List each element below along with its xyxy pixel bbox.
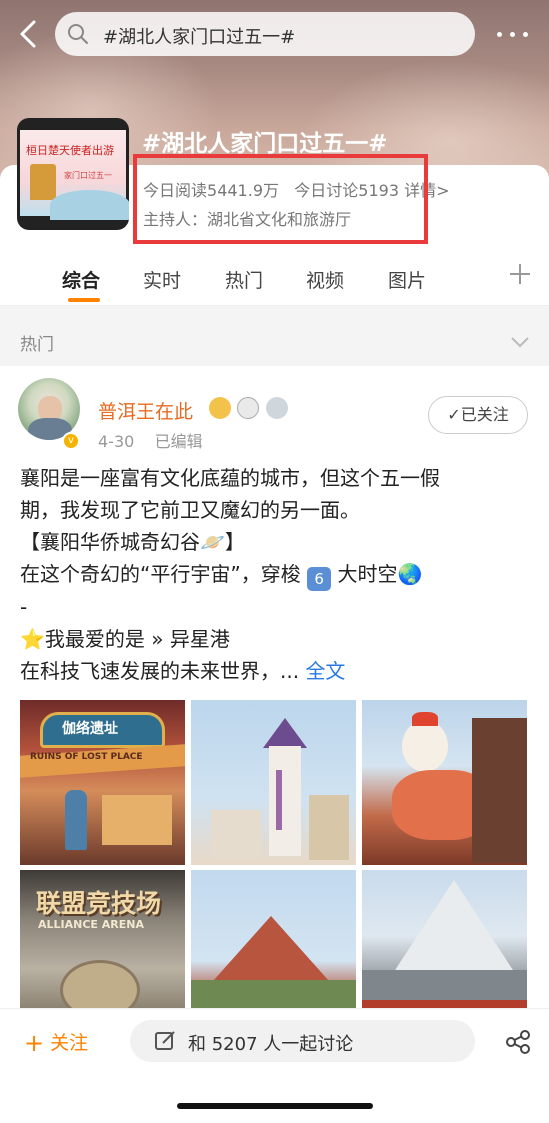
more-button[interactable] xyxy=(494,18,534,50)
active-tab-indicator xyxy=(68,298,100,302)
post-line: 【襄阳华侨城奇幻谷🪐】 xyxy=(20,530,245,554)
image-caption: 联盟竞技场 xyxy=(36,889,162,918)
tab-realtime[interactable]: 实时 xyxy=(143,266,181,293)
post-line: 在科技飞速发展的未来世界，... 全文 xyxy=(20,659,346,683)
post-line: 期，我发现了它前卫又魔幻的另一面。 xyxy=(20,498,360,522)
highlight-annotation-box xyxy=(133,154,428,244)
home-indicator xyxy=(177,1103,373,1109)
post-image-grid: 伽络遗址 RUINS OF LOST PLACE 联盟竞技场 ALLIANCE … xyxy=(20,700,528,1035)
search-text: #湖北人家门口过五一# xyxy=(103,27,296,48)
tab-comprehensive[interactable]: 综合 xyxy=(62,266,100,293)
tab-bar: 综合 实时 热门 视频 图片 xyxy=(0,248,549,306)
search-icon xyxy=(68,24,88,44)
section-header xyxy=(0,306,549,366)
add-tab-icon[interactable] xyxy=(508,262,532,286)
post-meta: 4-30 已编辑 xyxy=(98,428,203,452)
post-line: 在这个奇幻的“平行宇宙”，穿梭 6 大时空🌏 xyxy=(20,558,540,591)
verified-badge-icon: v xyxy=(62,432,80,450)
tab-images[interactable]: 图片 xyxy=(388,266,426,293)
following-button[interactable]: ✓已关注 xyxy=(428,396,528,434)
post-date: 4-30 xyxy=(98,432,135,451)
topic-title: #湖北人家门口过五一# xyxy=(142,131,388,157)
discuss-input[interactable]: 和 5207 人一起讨论 xyxy=(130,1020,475,1062)
edit-icon xyxy=(155,1031,175,1050)
section-label: 热门 xyxy=(20,335,54,355)
author-avatar[interactable] xyxy=(18,378,80,440)
author-badges xyxy=(209,397,289,419)
image-caption: ALLIANCE ARENA xyxy=(38,918,144,931)
chevron-down-icon[interactable] xyxy=(510,335,530,349)
top-nav: #湖北人家门口过五一# xyxy=(0,10,549,58)
post-line: - xyxy=(20,595,28,619)
discuss-label: 和 5207 人一起讨论 xyxy=(188,1034,354,1055)
full-text-link[interactable]: 全文 xyxy=(305,659,345,683)
post-image-1[interactable]: 伽络遗址 RUINS OF LOST PLACE xyxy=(20,700,185,865)
post-line: ⭐我最爱的是 » 异星港 xyxy=(20,627,230,651)
plus-icon: + xyxy=(24,1029,45,1057)
edited-label: 已编辑 xyxy=(154,432,203,451)
keycap-six-icon: 6 xyxy=(307,567,332,591)
post-image-2[interactable] xyxy=(191,700,356,865)
chevron-left-icon xyxy=(20,20,36,48)
post-body: 襄阳是一座富有文化底蕴的城市，但这个五一假 期，我发现了它前卫又魔幻的另一面。 … xyxy=(20,462,540,687)
image-caption: RUINS OF LOST PLACE xyxy=(30,752,143,762)
share-icon[interactable] xyxy=(505,1029,531,1055)
medal-badge-icon xyxy=(265,397,288,419)
follow-topic-button[interactable]: + 关注 xyxy=(24,1028,88,1057)
tab-hot[interactable]: 热门 xyxy=(225,266,263,293)
avatar-title-text: 桓日楚天使者出游 xyxy=(26,144,114,157)
topic-avatar: 桓日楚天使者出游 家门口过五一 xyxy=(17,118,129,230)
post-line: 襄阳是一座富有文化底蕴的城市，但这个五一假 xyxy=(20,466,440,490)
follow-label: 关注 xyxy=(50,1032,89,1054)
author-name[interactable]: 普洱王在此 xyxy=(98,397,193,424)
search-input[interactable]: #湖北人家门口过五一# xyxy=(55,12,475,56)
back-button[interactable] xyxy=(14,18,44,50)
tab-video[interactable]: 视频 xyxy=(306,266,344,293)
panda-badge-icon xyxy=(237,397,260,419)
image-caption: 伽络遗址 xyxy=(62,721,118,737)
more-icon xyxy=(497,32,502,37)
avatar-subtitle-text: 家门口过五一 xyxy=(64,171,112,180)
crown-badge-icon xyxy=(209,397,231,419)
post-image-3[interactable] xyxy=(362,700,527,865)
